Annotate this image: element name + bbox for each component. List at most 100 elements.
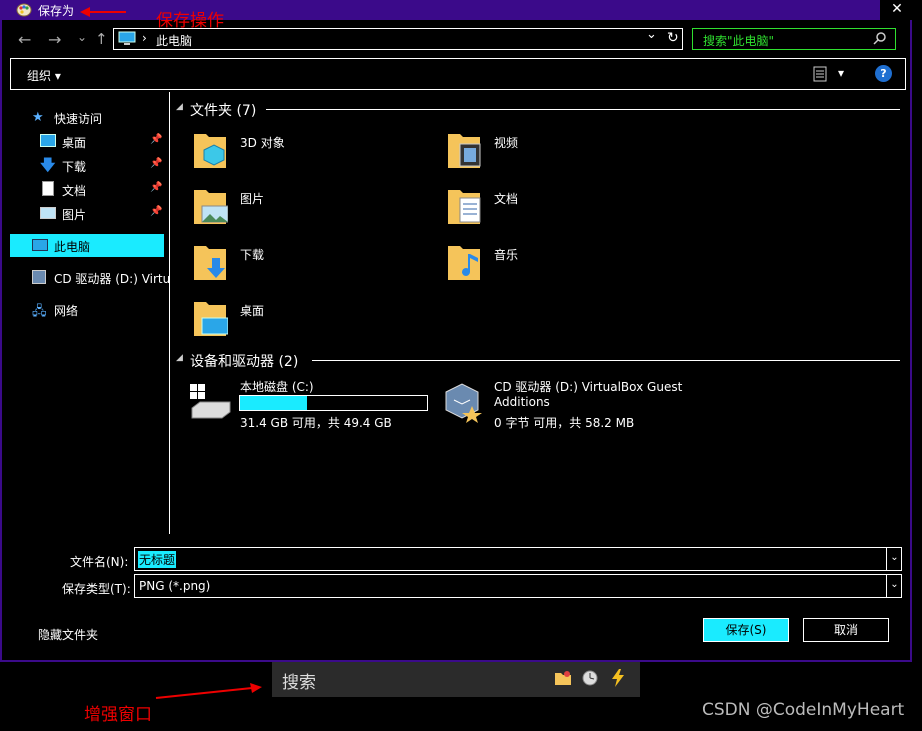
- filetype-select[interactable]: PNG (*.png) ⌄: [134, 574, 902, 598]
- annotation-save-op: 保存操作: [156, 11, 224, 31]
- filetype-label: 保存类型(T):: [62, 582, 131, 596]
- star-icon: ★: [32, 110, 44, 125]
- folder-label: 文档: [494, 192, 519, 206]
- folder-downloads-icon: [194, 246, 226, 280]
- navigation-pane: ★ 快速访问 桌面 📌 🡇 下载 📌 文档 📌 图片 📌 此电脑 CD 驱动器 …: [8, 92, 170, 534]
- filetype-dropdown-button[interactable]: ⌄: [886, 575, 902, 597]
- folders-section-header[interactable]: 文件夹 (7): [190, 100, 256, 120]
- collapse-devices-icon[interactable]: ◢: [176, 353, 183, 363]
- paint-app-icon: [16, 2, 32, 18]
- section-divider: [312, 360, 900, 361]
- pin-icon: 📌: [150, 134, 163, 145]
- forward-icon[interactable]: →: [48, 30, 61, 49]
- computer-icon: [32, 239, 48, 251]
- folder-video-icon: [448, 134, 481, 168]
- sidebar-item-desktop[interactable]: 桌面: [62, 134, 86, 151]
- drive-space: 31.4 GB 可用，共 49.4 GB: [240, 416, 392, 430]
- folder-desktop-icon: [194, 302, 228, 336]
- address-dropdown-icon[interactable]: ⌄: [646, 27, 657, 42]
- collapse-folders-icon[interactable]: ◢: [176, 102, 183, 112]
- network-icon: 🖧: [32, 304, 47, 319]
- download-icon: 🡇: [40, 156, 56, 174]
- folder-label: 图片: [240, 192, 265, 206]
- csdn-watermark: CSDN @CodeInMyHeart: [702, 700, 905, 720]
- folder-3d-objects[interactable]: 3D 对象: [192, 128, 412, 178]
- drive-space: 0 字节 可用，共 58.2 MB: [494, 416, 635, 430]
- hide-folders-button[interactable]: 隐藏文件夹: [38, 626, 98, 643]
- search-box[interactable]: 搜索"此电脑": [692, 28, 896, 50]
- folder-label: 视频: [494, 136, 519, 150]
- folder-videos[interactable]: 视频: [446, 128, 666, 178]
- annotation-arrow-enhance: [155, 683, 262, 699]
- filename-input[interactable]: 无标题: [138, 551, 177, 568]
- sidebar-item-this-pc[interactable]: 此电脑: [10, 234, 164, 257]
- up-icon[interactable]: ↑: [95, 30, 108, 48]
- refresh-icon[interactable]: ↻: [667, 30, 679, 46]
- folder-star-icon[interactable]: [554, 670, 572, 686]
- cancel-button[interactable]: 取消: [803, 618, 889, 642]
- folder-pictures-icon: [194, 190, 228, 224]
- drive-name-line2: Additions: [494, 395, 550, 409]
- sidebar-item-pictures[interactable]: 图片: [62, 206, 86, 223]
- recent-dropdown-icon[interactable]: ⌄: [77, 30, 87, 44]
- sidebar-item-cd-drive[interactable]: CD 驱动器 (D:) Virtu: [54, 270, 170, 287]
- title-bar: 保存为 ✕: [2, 0, 914, 20]
- save-dialog: 保存为 ✕ ← → ⌄ ↑ › 此电脑 ⌄ ↻ 搜索"此电脑" 组织 ▾ ▾ ?…: [0, 0, 914, 662]
- sidebar-item-downloads[interactable]: 下载: [62, 158, 86, 175]
- search-icon[interactable]: [873, 31, 887, 48]
- drive-local-c[interactable]: 本地磁盘 (C:) 31.4 GB 可用，共 49.4 GB: [188, 376, 432, 432]
- filename-dropdown-button[interactable]: ⌄: [886, 548, 902, 570]
- close-icon: ✕: [891, 1, 903, 17]
- folder-label: 音乐: [494, 248, 519, 262]
- filename-field[interactable]: 无标题 ⌄: [134, 547, 902, 571]
- annotation-arrow-title: [80, 7, 126, 17]
- desktop-icon: [40, 134, 56, 147]
- virtualbox-icon: [32, 270, 46, 284]
- folder-downloads[interactable]: 下载: [192, 240, 412, 290]
- address-bar[interactable]: › 此电脑 ⌄ ↻: [113, 27, 683, 50]
- sidebar-item-documents[interactable]: 文档: [62, 182, 86, 199]
- virtualbox-icon: [445, 383, 482, 423]
- pin-icon: 📌: [150, 182, 163, 193]
- computer-icon: [118, 31, 136, 47]
- content-pane: ◢ 文件夹 (7) 3D 对象 视频 图片 文档 下载 音乐 桌面 ◢ 设备和驱…: [172, 92, 902, 534]
- document-icon: [42, 181, 54, 196]
- folder-label: 桌面: [240, 304, 265, 318]
- folder-documents[interactable]: 文档: [446, 184, 666, 234]
- enhance-search-input[interactable]: 搜索: [282, 668, 316, 693]
- sidebar-quick-access[interactable]: 快速访问: [54, 110, 102, 127]
- sidebar-item-network[interactable]: 网络: [54, 302, 78, 319]
- save-button[interactable]: 保存(S): [703, 618, 789, 642]
- pin-icon: 📌: [150, 158, 163, 169]
- hard-drive-icon: [190, 384, 231, 419]
- folder-pictures[interactable]: 图片: [192, 184, 412, 234]
- folder-label: 下载: [240, 248, 265, 262]
- address-separator: ›: [142, 31, 147, 45]
- filename-label: 文件名(N):: [70, 555, 129, 569]
- lightning-icon[interactable]: [610, 669, 626, 687]
- organize-button[interactable]: 组织 ▾: [27, 67, 61, 84]
- enhance-search-bar[interactable]: 搜索: [272, 662, 640, 697]
- pin-icon: 📌: [150, 206, 163, 217]
- devices-section-header[interactable]: 设备和驱动器 (2): [190, 351, 298, 371]
- section-divider: [266, 109, 900, 110]
- clock-icon[interactable]: [582, 670, 598, 686]
- view-options-icon[interactable]: [813, 66, 827, 82]
- picture-icon: [40, 207, 56, 219]
- drive-name-line1: CD 驱动器 (D:) VirtualBox Guest: [494, 380, 683, 394]
- drive-cd-d[interactable]: CD 驱动器 (D:) VirtualBox Guest Additions 0…: [442, 376, 712, 432]
- folder-documents-icon: [448, 190, 481, 224]
- address-text: 此电脑: [156, 34, 193, 48]
- folder-music[interactable]: 音乐: [446, 240, 666, 290]
- close-button[interactable]: ✕: [880, 0, 914, 20]
- sidebar-this-pc-label: 此电脑: [54, 240, 91, 254]
- search-input[interactable]: 搜索"此电脑": [703, 32, 774, 49]
- help-icon[interactable]: ?: [875, 65, 892, 82]
- folder-desktop[interactable]: 桌面: [192, 296, 412, 346]
- drive-usage-fill: [240, 396, 308, 410]
- view-dropdown-icon[interactable]: ▾: [838, 66, 844, 80]
- back-icon[interactable]: ←: [18, 30, 31, 49]
- command-bar: 组织 ▾ ▾ ?: [10, 58, 906, 90]
- folder-music-icon: [448, 246, 480, 280]
- folder-3d-icon: [194, 134, 226, 168]
